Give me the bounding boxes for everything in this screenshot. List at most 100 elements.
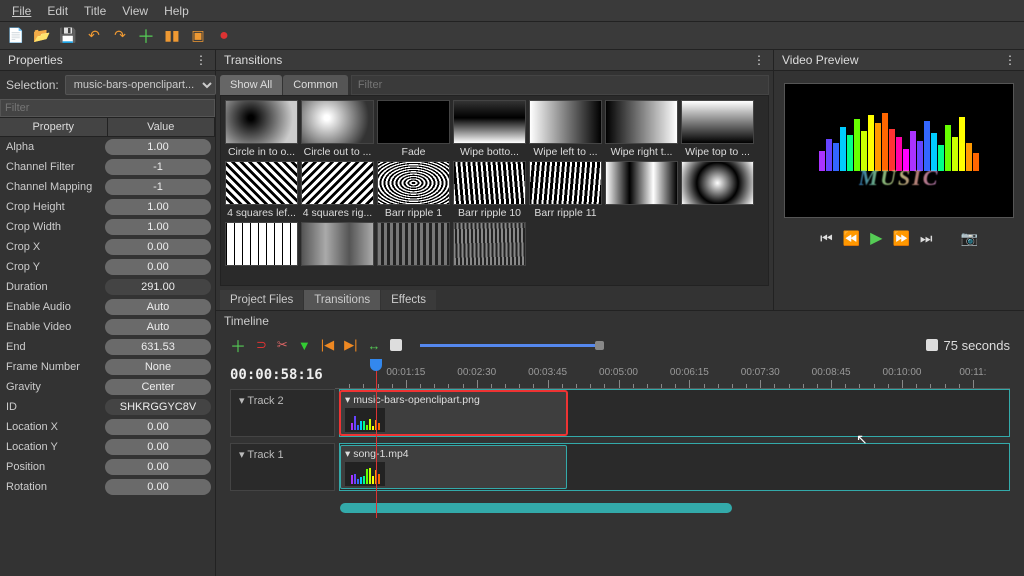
property-row[interactable]: Frame NumberNone: [0, 357, 215, 377]
property-row[interactable]: Location X0.00: [0, 417, 215, 437]
transition-item[interactable]: [225, 222, 298, 266]
property-row[interactable]: Enable VideoAuto: [0, 317, 215, 337]
new-project-icon[interactable]: 📄: [6, 26, 26, 46]
snapshot-icon[interactable]: 📷: [960, 230, 977, 247]
save-project-icon[interactable]: 💾: [58, 26, 78, 46]
menu-file[interactable]: File: [6, 2, 37, 20]
tracks-area[interactable]: ▾ Track 2 ▾ music-bars-openclipart.png ▾…: [230, 389, 1010, 497]
transition-item[interactable]: Barr ripple 10: [453, 161, 526, 219]
zoom-slider[interactable]: [420, 344, 600, 347]
property-value[interactable]: 0.00: [105, 479, 211, 495]
panel-menu-icon[interactable]: ⋮: [1004, 53, 1016, 67]
property-value[interactable]: 631.53: [105, 339, 211, 355]
property-row[interactable]: Crop Height1.00: [0, 197, 215, 217]
jump-start-icon[interactable]: ⏮: [820, 230, 833, 247]
duration-checkbox[interactable]: [926, 339, 938, 351]
timeline-scrollbar[interactable]: [340, 503, 900, 513]
undo-icon[interactable]: ↶: [84, 26, 104, 46]
property-value[interactable]: -1: [105, 159, 211, 175]
property-value[interactable]: 0.00: [105, 439, 211, 455]
property-row[interactable]: Location Y0.00: [0, 437, 215, 457]
open-project-icon[interactable]: 📂: [32, 26, 52, 46]
property-row[interactable]: End631.53: [0, 337, 215, 357]
transition-item[interactable]: Circle out to ...: [301, 100, 374, 158]
property-row[interactable]: Crop Width1.00: [0, 217, 215, 237]
panel-menu-icon[interactable]: ⋮: [195, 53, 207, 67]
fullscreen-icon[interactable]: ▣: [188, 26, 208, 46]
property-table[interactable]: Alpha1.00Channel Filter-1Channel Mapping…: [0, 137, 215, 576]
fast-forward-icon[interactable]: ⏩: [892, 230, 909, 247]
property-row[interactable]: IDSHKRGGYC8V: [0, 397, 215, 417]
transitions-grid[interactable]: Circle in to o...Circle out to ...Fade Wi…: [225, 100, 764, 266]
property-value[interactable]: -1: [105, 179, 211, 195]
transition-item[interactable]: Wipe right t...: [605, 100, 678, 158]
zoom-box-icon[interactable]: [390, 339, 402, 351]
transition-item[interactable]: 4 squares lef...: [225, 161, 298, 219]
track-header[interactable]: ▾ Track 1: [230, 443, 335, 491]
property-row[interactable]: GravityCenter: [0, 377, 215, 397]
menu-title[interactable]: Title: [78, 2, 112, 20]
menu-view[interactable]: View: [116, 2, 154, 20]
tab-show-all[interactable]: Show All: [220, 75, 282, 95]
transition-item[interactable]: [681, 161, 754, 219]
play-icon[interactable]: ▶: [870, 228, 882, 248]
property-row[interactable]: Enable AudioAuto: [0, 297, 215, 317]
property-row[interactable]: Crop X0.00: [0, 237, 215, 257]
playhead[interactable]: [376, 361, 377, 518]
center-icon[interactable]: ↔: [367, 338, 380, 353]
property-value[interactable]: 0.00: [105, 419, 211, 435]
property-row[interactable]: Alpha1.00: [0, 137, 215, 157]
property-row[interactable]: Position0.00: [0, 457, 215, 477]
property-value[interactable]: 0.00: [105, 239, 211, 255]
import-icon[interactable]: ＋: [136, 26, 156, 46]
property-filter-input[interactable]: [0, 99, 215, 117]
profiles-icon[interactable]: ▮▮: [162, 26, 182, 46]
property-value[interactable]: Center: [105, 379, 211, 395]
track-header[interactable]: ▾ Track 2: [230, 389, 335, 437]
transition-item[interactable]: Fade: [377, 100, 450, 158]
track-lane[interactable]: ▾ music-bars-openclipart.png: [339, 389, 1010, 437]
scrollbar-thumb[interactable]: [340, 503, 732, 513]
transition-item[interactable]: [453, 222, 526, 266]
property-value[interactable]: None: [105, 359, 211, 375]
tab-common[interactable]: Common: [283, 75, 348, 95]
property-row[interactable]: Duration291.00: [0, 277, 215, 297]
transition-item[interactable]: Circle in to o...: [225, 100, 298, 158]
next-marker-icon[interactable]: ▶|: [344, 337, 357, 353]
razor-icon[interactable]: ✂: [277, 337, 288, 353]
add-track-icon[interactable]: ＋: [230, 333, 246, 357]
transition-item[interactable]: Wipe top to ...: [681, 100, 754, 158]
tab-transitions[interactable]: Transitions: [304, 290, 380, 310]
rewind-icon[interactable]: ⏪: [843, 230, 860, 247]
export-icon[interactable]: ●: [214, 26, 234, 46]
track-lane[interactable]: ▾ song-1.mp4: [339, 443, 1010, 491]
transition-item[interactable]: Barr ripple 1: [377, 161, 450, 219]
tab-effects[interactable]: Effects: [381, 290, 436, 310]
transition-item[interactable]: [605, 161, 678, 219]
property-row[interactable]: Channel Mapping-1: [0, 177, 215, 197]
selection-dropdown[interactable]: music-bars-openclipart...: [65, 75, 216, 95]
property-value[interactable]: 1.00: [105, 219, 211, 235]
tab-project-files[interactable]: Project Files: [220, 290, 303, 310]
clip[interactable]: ▾ song-1.mp4: [340, 445, 567, 489]
property-value[interactable]: 1.00: [105, 139, 211, 155]
transition-item[interactable]: Barr ripple 11: [529, 161, 602, 219]
menu-edit[interactable]: Edit: [41, 2, 74, 20]
transition-item[interactable]: [377, 222, 450, 266]
marker-icon[interactable]: ▼: [298, 338, 311, 353]
transitions-filter-input[interactable]: [351, 75, 769, 95]
transition-item[interactable]: 4 squares rig...: [301, 161, 374, 219]
property-value[interactable]: Auto: [105, 299, 211, 315]
property-value[interactable]: Auto: [105, 319, 211, 335]
property-value[interactable]: 0.00: [105, 459, 211, 475]
property-row[interactable]: Rotation0.00: [0, 477, 215, 497]
snap-icon[interactable]: ⊃: [256, 337, 267, 353]
panel-menu-icon[interactable]: ⋮: [753, 53, 765, 67]
menu-help[interactable]: Help: [158, 2, 195, 20]
transition-item[interactable]: Wipe left to ...: [529, 100, 602, 158]
preview-canvas[interactable]: MUSIC: [784, 83, 1014, 218]
property-row[interactable]: Channel Filter-1: [0, 157, 215, 177]
prev-marker-icon[interactable]: |◀: [321, 337, 334, 353]
property-value[interactable]: 0.00: [105, 259, 211, 275]
clip[interactable]: ▾ music-bars-openclipart.png: [340, 391, 567, 435]
